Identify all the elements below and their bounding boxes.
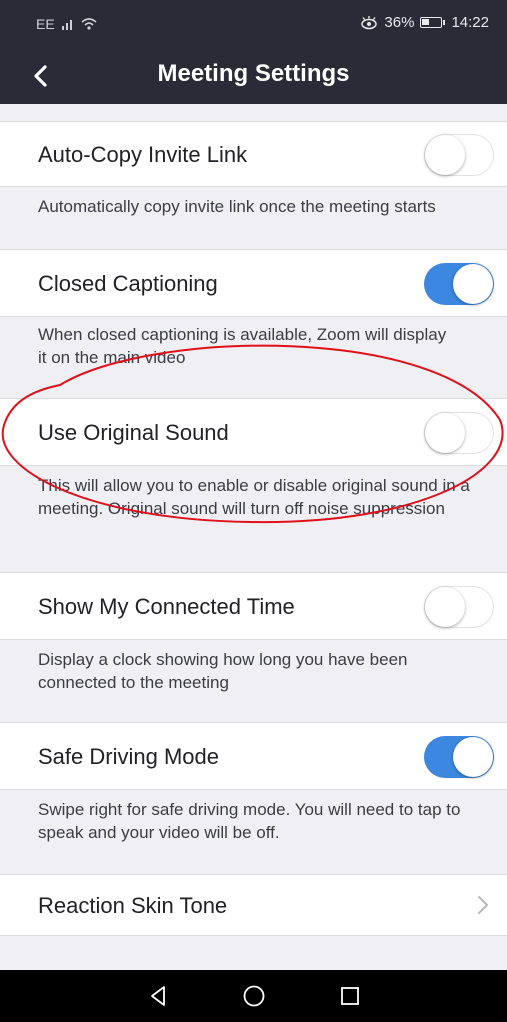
toggle-knob bbox=[425, 587, 465, 627]
setting-label: Show My Connected Time bbox=[38, 594, 295, 619]
toggle-knob bbox=[425, 413, 465, 453]
toggle-knob bbox=[453, 737, 493, 777]
battery-icon bbox=[420, 17, 443, 28]
nav-recents-button[interactable] bbox=[332, 978, 368, 1014]
toggle-knob bbox=[425, 135, 465, 175]
status-left: EE bbox=[36, 16, 97, 32]
setting-row-reaction-skin-tone[interactable]: Reaction Skin Tone bbox=[0, 874, 507, 936]
nav-home-button[interactable] bbox=[236, 978, 272, 1014]
setting-description: Swipe right for safe driving mode. You w… bbox=[38, 800, 461, 842]
setting-label: Auto-Copy Invite Link bbox=[38, 142, 248, 167]
connected-time-toggle[interactable] bbox=[424, 586, 494, 628]
setting-row-original-sound[interactable]: Use Original Sound bbox=[0, 398, 507, 466]
setting-row-safe-driving[interactable]: Safe Driving Mode bbox=[0, 722, 507, 790]
circle-home-icon bbox=[243, 985, 265, 1007]
setting-label: Reaction Skin Tone bbox=[38, 893, 228, 918]
chevron-right-icon bbox=[478, 896, 488, 914]
triangle-back-icon bbox=[151, 986, 165, 1006]
header-bar: Meeting Settings bbox=[0, 48, 507, 104]
nav-back-button[interactable] bbox=[140, 978, 176, 1014]
setting-row-closed-captioning[interactable]: Closed Captioning bbox=[0, 249, 507, 317]
toggle-knob bbox=[453, 264, 493, 304]
setting-label: Use Original Sound bbox=[38, 420, 229, 445]
battery-percent: 36% bbox=[384, 14, 415, 31]
original-sound-toggle[interactable] bbox=[424, 412, 494, 454]
carrier-label: EE bbox=[36, 16, 55, 32]
battery-tip bbox=[443, 20, 446, 25]
status-bar: EE 36% 14:22 bbox=[0, 0, 507, 48]
auto-copy-toggle[interactable] bbox=[424, 134, 494, 176]
page-title: Meeting Settings bbox=[157, 60, 350, 87]
settings-list: Auto-Copy Invite Link Automatically copy… bbox=[0, 104, 507, 970]
clock-time: 14:22 bbox=[451, 14, 489, 31]
setting-label: Closed Captioning bbox=[38, 271, 218, 296]
setting-description: When closed captioning is available, Zoo… bbox=[38, 325, 447, 367]
setting-description: Automatically copy invite link once the … bbox=[38, 197, 436, 216]
status-right: 36% 14:22 bbox=[360, 14, 489, 31]
wifi-icon bbox=[81, 18, 97, 30]
screen: EE 36% 14:22 Meeting Settings Auto-Copy … bbox=[0, 0, 507, 1022]
safe-driving-toggle[interactable] bbox=[424, 736, 494, 778]
square-recents-icon bbox=[341, 987, 359, 1005]
setting-label: Safe Driving Mode bbox=[38, 744, 219, 769]
setting-row-auto-copy[interactable]: Auto-Copy Invite Link bbox=[0, 121, 507, 187]
closed-captioning-toggle[interactable] bbox=[424, 263, 494, 305]
setting-description: This will allow you to enable or disable… bbox=[38, 476, 470, 518]
setting-description: Display a clock showing how long you hav… bbox=[38, 650, 408, 692]
android-nav-bar bbox=[0, 970, 507, 1022]
eye-comfort-icon bbox=[361, 15, 378, 29]
signal-icon bbox=[61, 20, 72, 30]
setting-row-connected-time[interactable]: Show My Connected Time bbox=[0, 572, 507, 640]
